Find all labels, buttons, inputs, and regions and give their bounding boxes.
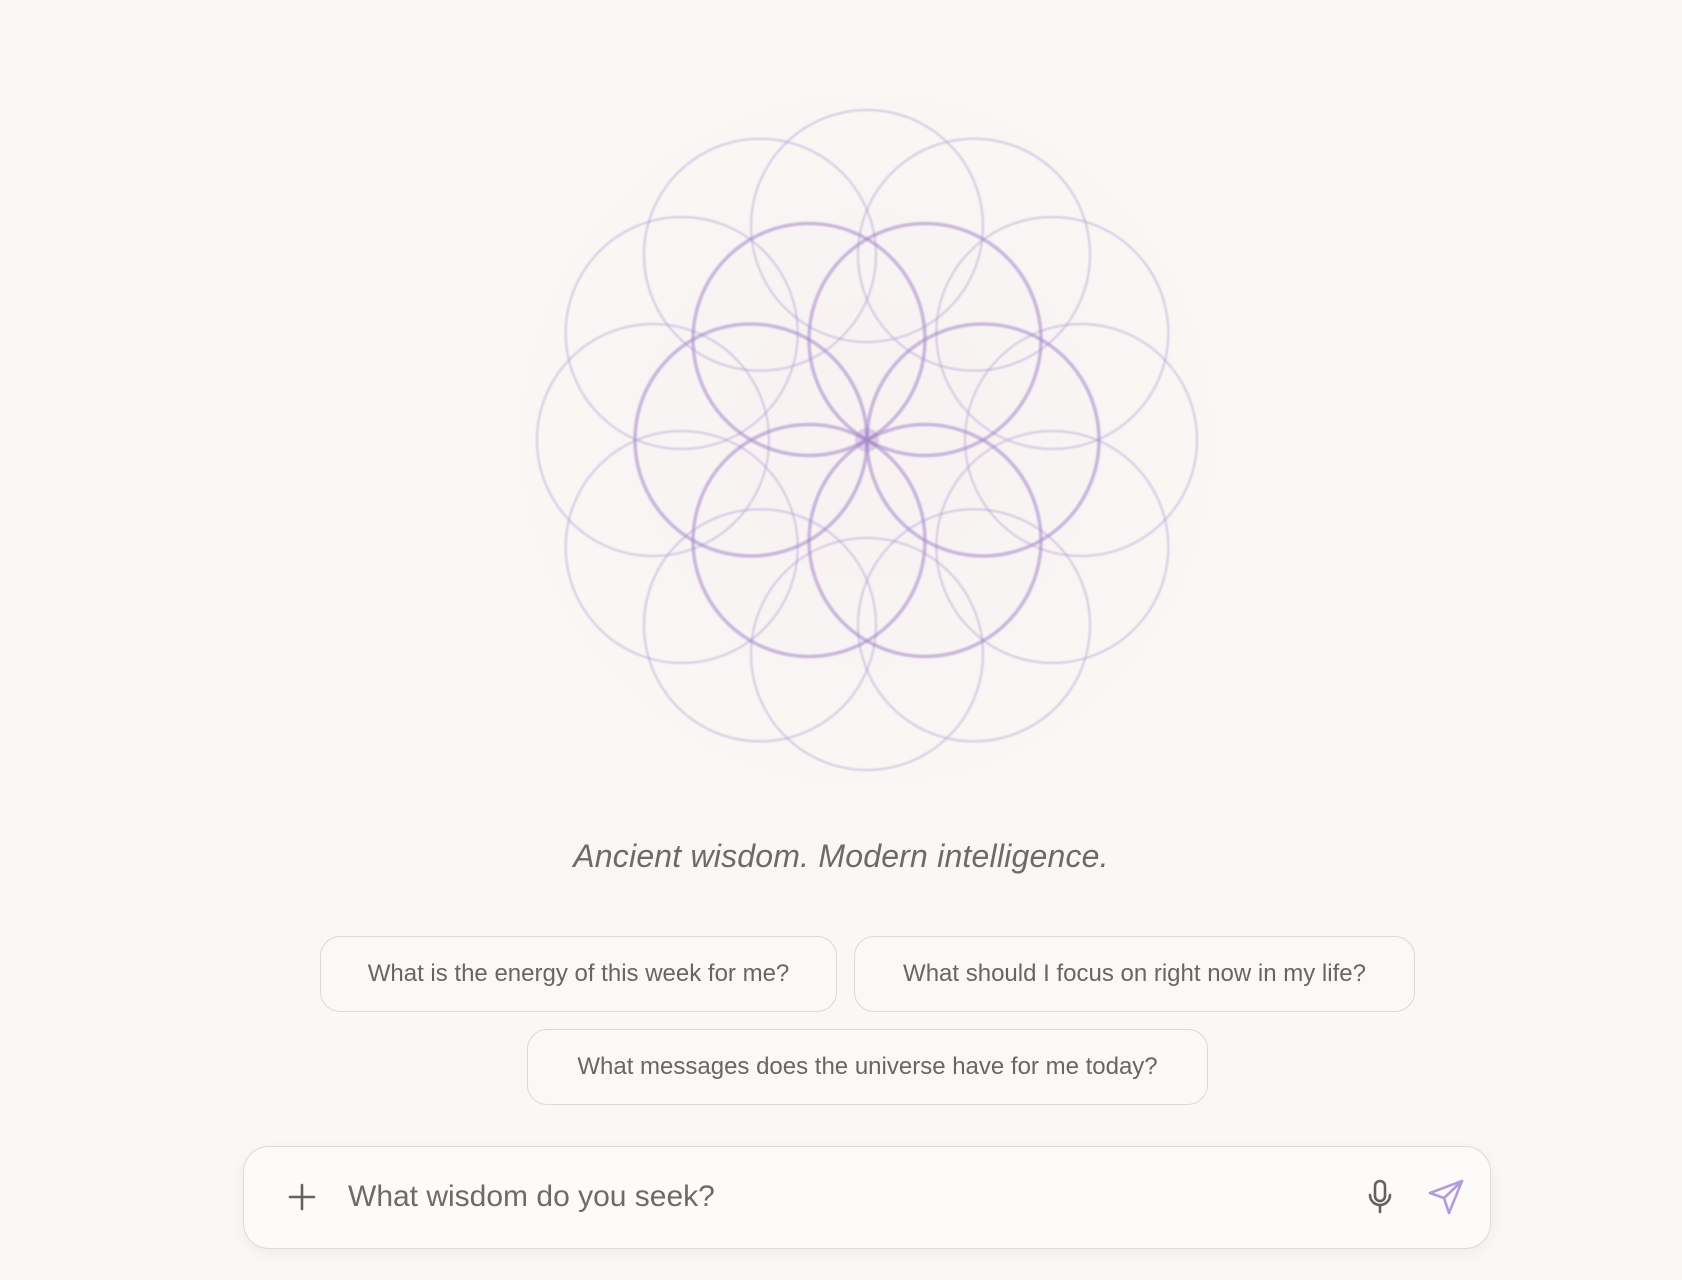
outer-circle	[642, 508, 878, 743]
microphone-icon	[1368, 1179, 1392, 1214]
outer-circle	[856, 508, 1092, 743]
outer-circle	[535, 322, 771, 558]
flower-of-life-icon	[535, 108, 1199, 772]
outer-circle	[935, 429, 1170, 665]
outer-circle	[963, 322, 1199, 558]
home-screen: Ancient wisdom. Modern intelligence. Wha…	[0, 0, 1682, 1280]
outer-circle	[642, 137, 878, 372]
suggestion-chip-universe-messages[interactable]: What messages does the universe have for…	[527, 1029, 1208, 1105]
suggestion-chip-weekly-energy[interactable]: What is the energy of this week for me?	[320, 936, 837, 1012]
send-button[interactable]	[1422, 1173, 1470, 1221]
outer-circle	[935, 215, 1170, 451]
tagline: Ancient wisdom. Modern intelligence.	[573, 838, 1109, 874]
center-point	[855, 428, 879, 452]
outer-circle	[564, 215, 799, 451]
voice-input-button[interactable]	[1358, 1175, 1402, 1219]
outer-circle	[856, 137, 1092, 372]
attach-button[interactable]	[280, 1175, 324, 1219]
message-composer	[243, 1146, 1491, 1249]
send-icon	[1428, 1179, 1464, 1215]
outer-circle	[564, 429, 799, 665]
plus-icon	[288, 1183, 316, 1211]
message-input[interactable]	[348, 1169, 1248, 1225]
suggestion-chip-life-focus[interactable]: What should I focus on right now in my l…	[854, 936, 1415, 1012]
